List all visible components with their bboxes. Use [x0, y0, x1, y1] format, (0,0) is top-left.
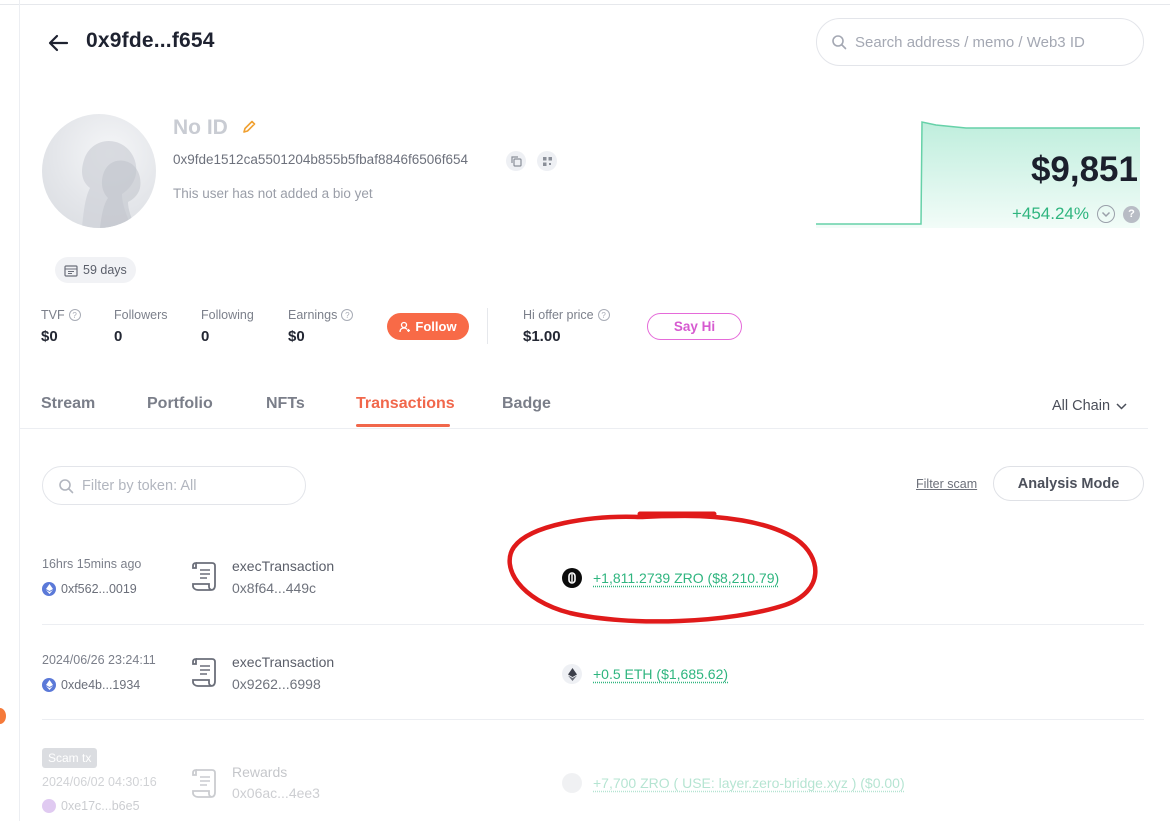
earnings-value: $0: [288, 328, 353, 345]
row-divider: [42, 719, 1144, 720]
top-border: [0, 4, 1170, 5]
tx-time: 2024/06/26 23:24:11: [42, 653, 156, 667]
tx-from-address: 0xe17c...b6e5: [61, 799, 140, 813]
tx-amount[interactable]: +7,700 ZRO ( USE: layer.zero-bridge.xyz …: [593, 775, 905, 791]
tx-method: Rewards: [232, 764, 287, 780]
filter-scam-link[interactable]: Filter scam: [916, 477, 977, 491]
tab-badge[interactable]: Badge: [502, 395, 551, 413]
earnings-label: Earnings: [288, 308, 337, 322]
chain-filter-label: All Chain: [1052, 398, 1110, 414]
help-icon[interactable]: ?: [598, 309, 610, 321]
chevron-down-icon[interactable]: [1097, 205, 1115, 223]
left-border: [19, 0, 20, 821]
contract-scroll-icon: [190, 655, 220, 689]
tx-time: 2024/06/02 04:30:16: [42, 775, 157, 789]
calendar-icon: [64, 264, 78, 277]
tx-from[interactable]: 0xf562...0019: [42, 582, 137, 596]
display-name: No ID: [173, 116, 228, 140]
bio-text: This user has not added a bio yet: [173, 186, 373, 201]
tx-time: 16hrs 15mins ago: [42, 557, 141, 571]
stats-divider: [487, 308, 488, 344]
transaction-row: 2024/06/26 23:24:11 0xde4b...1934 execTr…: [42, 646, 1144, 742]
row-divider: [42, 624, 1144, 625]
stat-following[interactable]: Following 0: [201, 308, 254, 345]
search-bar[interactable]: [816, 18, 1144, 66]
stat-followers[interactable]: Followers 0: [114, 308, 168, 345]
qr-code-icon: [542, 156, 553, 167]
net-worth-value: $9,851: [1000, 150, 1138, 190]
stat-tvf: TVF? $0: [41, 308, 81, 345]
following-label: Following: [201, 308, 254, 322]
tvf-value: $0: [41, 328, 81, 345]
tab-nfts[interactable]: NFTs: [266, 395, 305, 413]
following-value: 0: [201, 328, 254, 345]
pencil-edit-icon[interactable]: [240, 118, 258, 136]
tx-amount[interactable]: +1,811.2739 ZRO ($8,210.79): [593, 570, 779, 586]
tx-from-address: 0xf562...0019: [61, 582, 137, 596]
transaction-row: Scam tx 2024/06/02 04:30:16 0xe17c...b6e…: [42, 766, 1144, 821]
search-input[interactable]: [855, 34, 1125, 51]
account-age-badge: 59 days: [55, 257, 136, 283]
unknown-token-icon: [562, 773, 582, 793]
account-age-text: 59 days: [83, 263, 127, 277]
scam-tx-badge: Scam tx: [42, 748, 97, 768]
tx-hash[interactable]: 0x8f64...449c: [232, 580, 316, 596]
hi-offer-value: $1.00: [523, 328, 610, 345]
back-arrow-icon[interactable]: [46, 30, 72, 56]
ethereum-chain-icon: [42, 678, 56, 692]
copy-icon: [511, 156, 522, 167]
tab-transactions[interactable]: Transactions: [356, 395, 455, 413]
search-icon: [831, 34, 847, 50]
ethereum-chain-icon: [42, 582, 56, 596]
tab-portfolio[interactable]: Portfolio: [147, 395, 213, 413]
zro-token-icon: [562, 568, 582, 588]
tx-method: execTransaction: [232, 654, 334, 670]
tx-from[interactable]: 0xde4b...1934: [42, 678, 140, 692]
search-icon: [58, 478, 74, 494]
followers-value: 0: [114, 328, 168, 345]
wallet-address: 0x9fde1512ca5501204b855b5fbaf8846f6506f6…: [173, 152, 468, 167]
stat-hi-offer: Hi offer price? $1.00: [523, 308, 610, 345]
contract-scroll-icon: [190, 766, 220, 800]
say-hi-button[interactable]: Say Hi: [647, 313, 742, 340]
help-icon[interactable]: ?: [341, 309, 353, 321]
transaction-row: 16hrs 15mins ago 0xf562...0019 execTrans…: [42, 550, 1144, 646]
add-user-icon: [399, 321, 411, 333]
followers-label: Followers: [114, 308, 168, 322]
eth-token-icon: [562, 664, 582, 684]
hi-offer-label: Hi offer price: [523, 308, 594, 322]
tvf-label: TVF: [41, 308, 65, 322]
net-worth-change-row: +454.24% ?: [990, 204, 1140, 224]
tx-method: execTransaction: [232, 558, 334, 574]
qr-code-button[interactable]: [537, 151, 557, 171]
page-title: 0x9fde...f654: [86, 29, 215, 53]
tx-from-address: 0xde4b...1934: [61, 678, 140, 692]
stat-earnings: Earnings? $0: [288, 308, 353, 345]
tx-hash[interactable]: 0x06ac...4ee3: [232, 785, 320, 801]
follow-label: Follow: [415, 319, 456, 334]
tx-amount[interactable]: +0.5 ETH ($1,685.62): [593, 666, 728, 682]
tabs-divider: [20, 428, 1148, 429]
copy-address-button[interactable]: [506, 151, 526, 171]
help-icon[interactable]: ?: [69, 309, 81, 321]
net-worth-change: +454.24%: [1012, 204, 1089, 224]
chevron-down-icon: [1116, 403, 1127, 410]
contract-scroll-icon: [190, 559, 220, 593]
token-filter[interactable]: [42, 466, 306, 505]
help-icon[interactable]: ?: [1123, 206, 1140, 223]
avatar: [42, 114, 156, 228]
chain-icon: [42, 799, 56, 813]
follow-button[interactable]: Follow: [387, 313, 469, 340]
active-tab-indicator: [356, 424, 450, 427]
token-filter-input[interactable]: [82, 478, 292, 494]
analysis-mode-button[interactable]: Analysis Mode: [993, 466, 1144, 501]
tx-hash[interactable]: 0x9262...6998: [232, 676, 321, 692]
edge-widget-dot[interactable]: [0, 708, 6, 724]
tx-from[interactable]: 0xe17c...b6e5: [42, 799, 140, 813]
tab-stream[interactable]: Stream: [41, 395, 95, 413]
chain-filter-dropdown[interactable]: All Chain: [1052, 398, 1127, 414]
avatar-silhouette-icon: [42, 114, 156, 228]
